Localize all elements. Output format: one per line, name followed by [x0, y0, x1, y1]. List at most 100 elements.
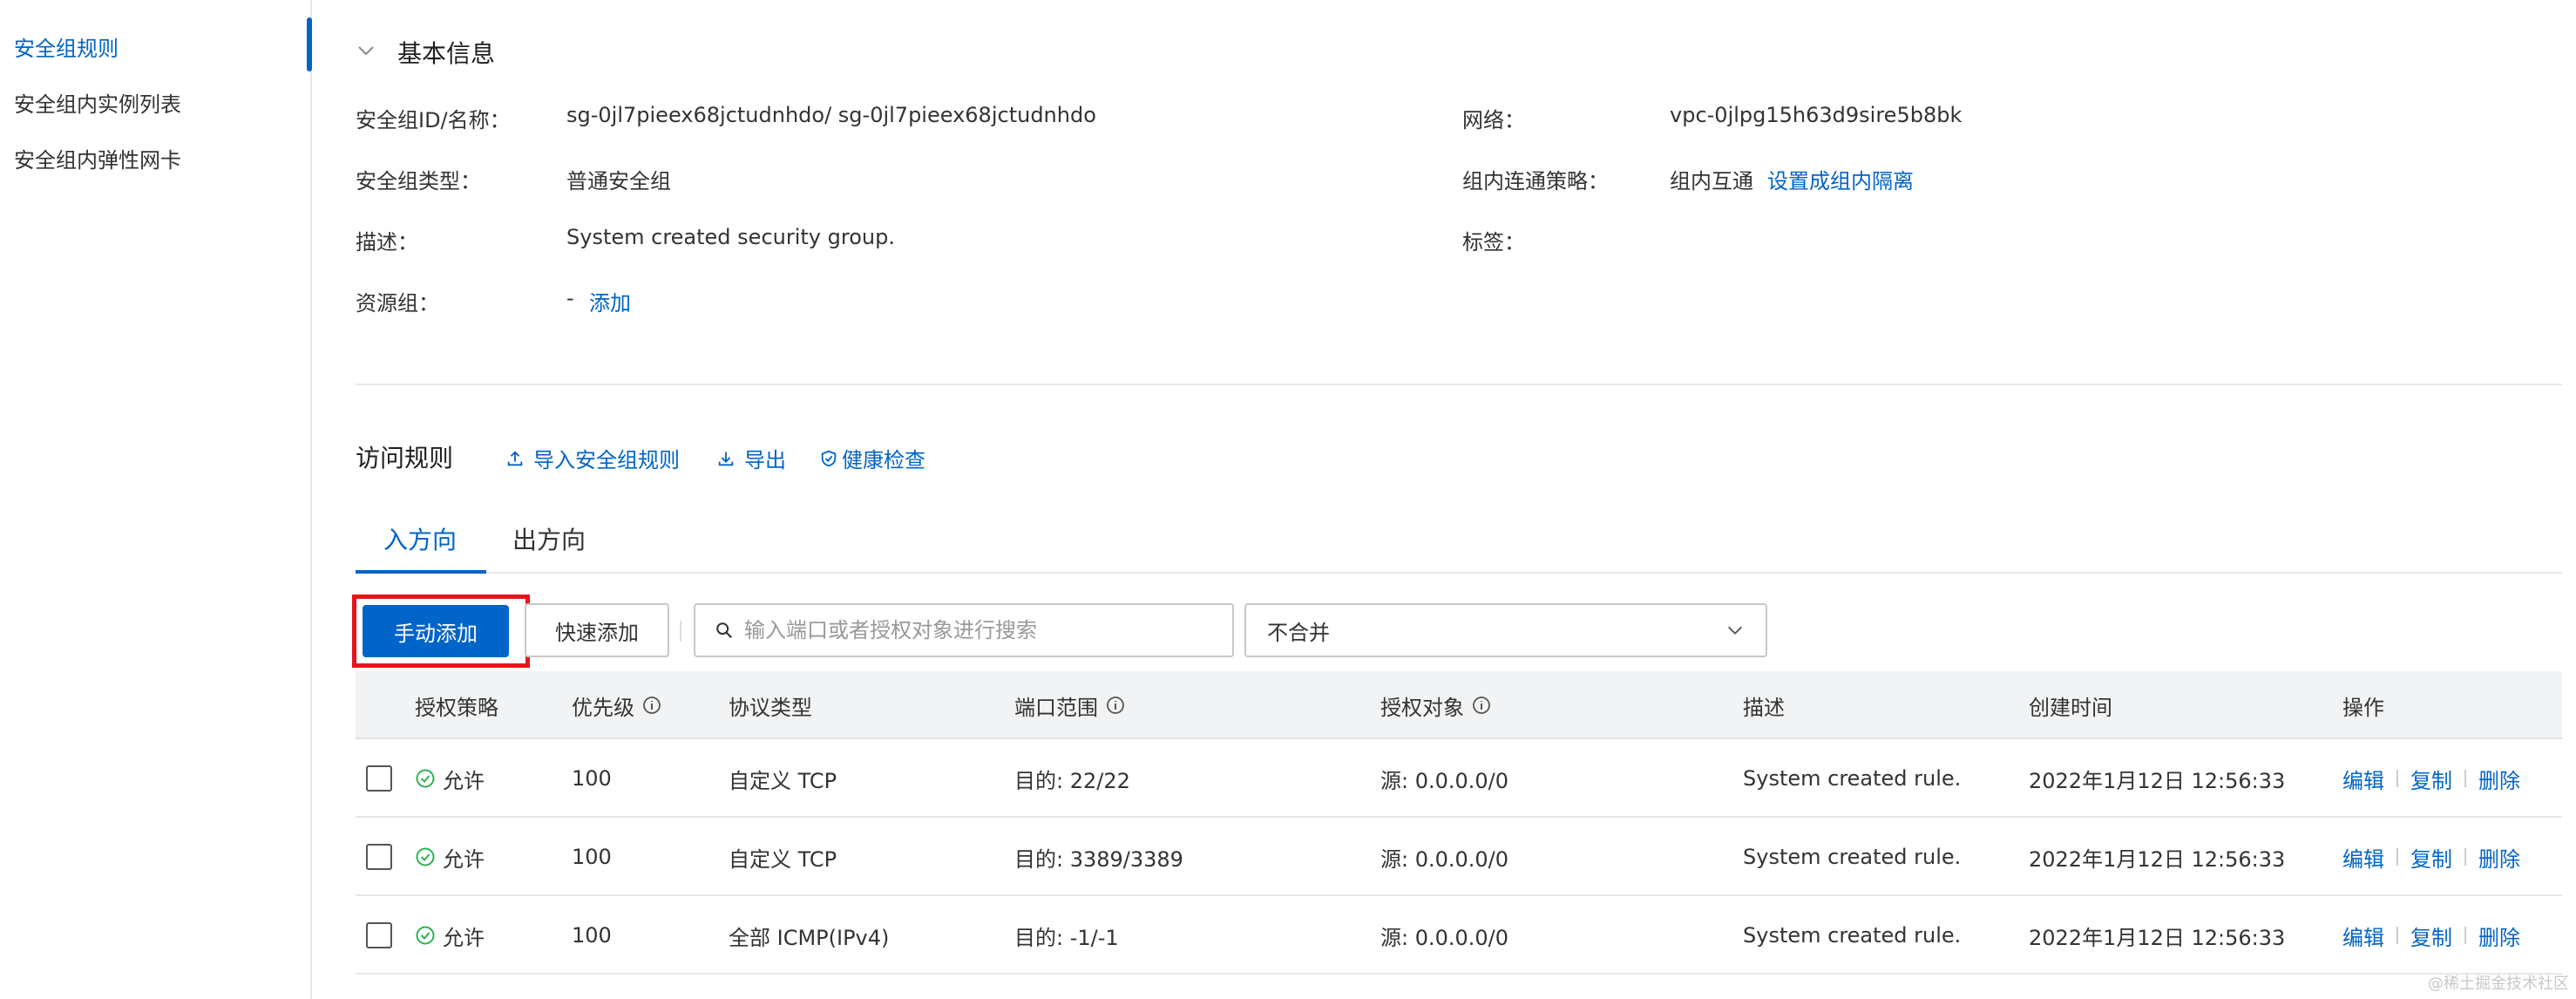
section-divider [356, 384, 2562, 385]
merge-select-value: 不合并 [1267, 620, 1330, 645]
info-icon[interactable] [641, 695, 662, 716]
header-protocol: 协议类型 [729, 695, 812, 720]
tags-label: 标签： [1462, 230, 1525, 255]
copy-link[interactable]: 复制 [2410, 921, 2452, 951]
description-value: System created security group. [566, 225, 895, 249]
rules-table: 授权策略 优先级 协议类型 端口范围 授权对象 描述 创建时间 操作 允许 10… [356, 671, 2562, 975]
actions-cell: 编辑 复制 删除 [2342, 896, 2520, 975]
manual-add-button[interactable]: 手动添加 [363, 605, 509, 657]
info-icon[interactable] [1471, 695, 1492, 716]
type-label: 安全组类型： [356, 169, 481, 194]
created-cell: 2022年1月12日 12:56:33 [2029, 925, 2286, 950]
export-label: 导出 [744, 448, 786, 472]
policy-cell: 允许 [415, 739, 485, 818]
edit-link[interactable]: 编辑 [2342, 764, 2384, 794]
type-value: 普通安全组 [566, 169, 671, 194]
network-label: 网络： [1462, 108, 1525, 133]
header-port-range-label: 端口范围 [1014, 695, 1098, 720]
access-rules-title: 访问规则 [356, 444, 454, 472]
tab-inbound[interactable]: 入方向 [383, 521, 457, 556]
target-cell: 源: 0.0.0.0/0 [1380, 768, 1509, 793]
add-resource-group-link[interactable]: 添加 [589, 286, 631, 316]
description-label: 描述： [356, 230, 418, 255]
merge-select[interactable]: 不合并 [1244, 603, 1767, 657]
shield-check-icon [821, 450, 837, 466]
search-icon [716, 622, 733, 639]
sidebar-item-security-group-rules[interactable]: 安全组规则 [14, 31, 119, 62]
basic-info-title: 基本信息 [397, 39, 496, 68]
download-icon [718, 452, 734, 466]
info-icon[interactable] [1105, 695, 1126, 716]
description-cell: System created rule. [1743, 766, 1962, 791]
table-header: 授权策略 优先级 协议类型 端口范围 授权对象 描述 创建时间 操作 [356, 671, 2562, 739]
resource-group-label: 资源组： [356, 291, 439, 316]
sidebar: 安全组规则 安全组内实例列表 安全组内弹性网卡 [0, 0, 312, 999]
delete-link[interactable]: 删除 [2478, 764, 2520, 794]
header-actions: 操作 [2342, 695, 2384, 720]
header-description: 描述 [1743, 695, 1785, 720]
import-rules-link[interactable]: 导入安全组规则 [505, 443, 680, 473]
action-separator [2396, 770, 2398, 787]
check-circle-icon [416, 926, 435, 945]
header-policy: 授权策略 [415, 695, 498, 720]
header-target: 授权对象 [1380, 671, 1492, 739]
edit-link[interactable]: 编辑 [2342, 921, 2384, 951]
tab-outbound[interactable]: 出方向 [512, 521, 586, 556]
search-box[interactable] [694, 603, 1234, 657]
health-check-link[interactable]: 健康检查 [819, 443, 925, 473]
policy-value: 允许 [443, 768, 485, 793]
quick-add-button[interactable]: 快速添加 [525, 603, 669, 657]
header-priority-label: 优先级 [572, 695, 634, 720]
delete-link[interactable]: 删除 [2478, 921, 2520, 951]
created-cell: 2022年1月12日 12:56:33 [2029, 768, 2286, 793]
target-cell: 源: 0.0.0.0/0 [1380, 846, 1509, 872]
policy-value: 允许 [443, 846, 485, 872]
table-row: 允许 100 自定义 TCP 目的: 22/22 源: 0.0.0.0/0 Sy… [356, 739, 2562, 818]
row-checkbox[interactable] [366, 922, 392, 948]
intra-policy-value: 组内互通 [1670, 169, 1753, 194]
main-content: 基本信息 安全组ID/名称： sg-0jl7pieex68jctudnhdo/ … [312, 0, 2576, 999]
action-separator [2396, 927, 2398, 944]
set-isolation-link[interactable]: 设置成组内隔离 [1767, 164, 1914, 194]
edit-link[interactable]: 编辑 [2342, 842, 2384, 873]
header-port-range: 端口范围 [1014, 671, 1126, 739]
sidebar-item-instance-list[interactable]: 安全组内实例列表 [14, 87, 181, 118]
import-rules-label: 导入安全组规则 [533, 448, 680, 472]
sidebar-item-eni-list[interactable]: 安全组内弹性网卡 [14, 143, 181, 173]
action-separator [2464, 848, 2466, 866]
tabs-baseline [356, 572, 2562, 574]
actions-cell: 编辑 复制 删除 [2342, 818, 2520, 896]
actions-cell: 编辑 复制 删除 [2342, 739, 2520, 818]
watermark: @稀土掘金技术社区 [2428, 975, 2569, 993]
table-row: 允许 100 全部 ICMP(IPv4) 目的: -1/-1 源: 0.0.0.… [356, 896, 2562, 975]
protocol-cell: 自定义 TCP [729, 768, 837, 793]
policy-value: 允许 [443, 925, 485, 950]
policy-cell: 允许 [415, 818, 485, 896]
copy-link[interactable]: 复制 [2410, 764, 2452, 794]
priority-cell: 100 [572, 845, 612, 869]
policy-cell: 允许 [415, 896, 485, 975]
row-checkbox[interactable] [366, 844, 392, 870]
delete-link[interactable]: 删除 [2478, 842, 2520, 873]
port-cell: 目的: 22/22 [1014, 768, 1130, 793]
health-check-label: 健康检查 [842, 448, 925, 472]
header-target-label: 授权对象 [1380, 695, 1464, 720]
active-tab-indicator [356, 570, 486, 574]
protocol-cell: 自定义 TCP [729, 846, 837, 872]
network-value: vpc-0jlpg15h63d9sire5b8bk [1670, 103, 1963, 127]
copy-link[interactable]: 复制 [2410, 842, 2452, 873]
check-circle-icon [416, 769, 435, 788]
target-cell: 源: 0.0.0.0/0 [1380, 925, 1509, 950]
action-separator [2464, 927, 2466, 944]
protocol-cell: 全部 ICMP(IPv4) [729, 925, 890, 950]
priority-cell: 100 [572, 766, 612, 791]
chevron-down-icon[interactable] [356, 40, 376, 61]
check-circle-icon [416, 847, 435, 866]
action-separator [2464, 770, 2466, 787]
action-separator [2396, 848, 2398, 866]
row-checkbox[interactable] [366, 765, 392, 792]
header-created: 创建时间 [2029, 695, 2112, 720]
search-input[interactable] [744, 618, 1215, 642]
id-name-value: sg-0jl7pieex68jctudnhdo/ sg-0jl7pieex68j… [566, 103, 1096, 127]
export-link[interactable]: 导出 [716, 443, 786, 473]
